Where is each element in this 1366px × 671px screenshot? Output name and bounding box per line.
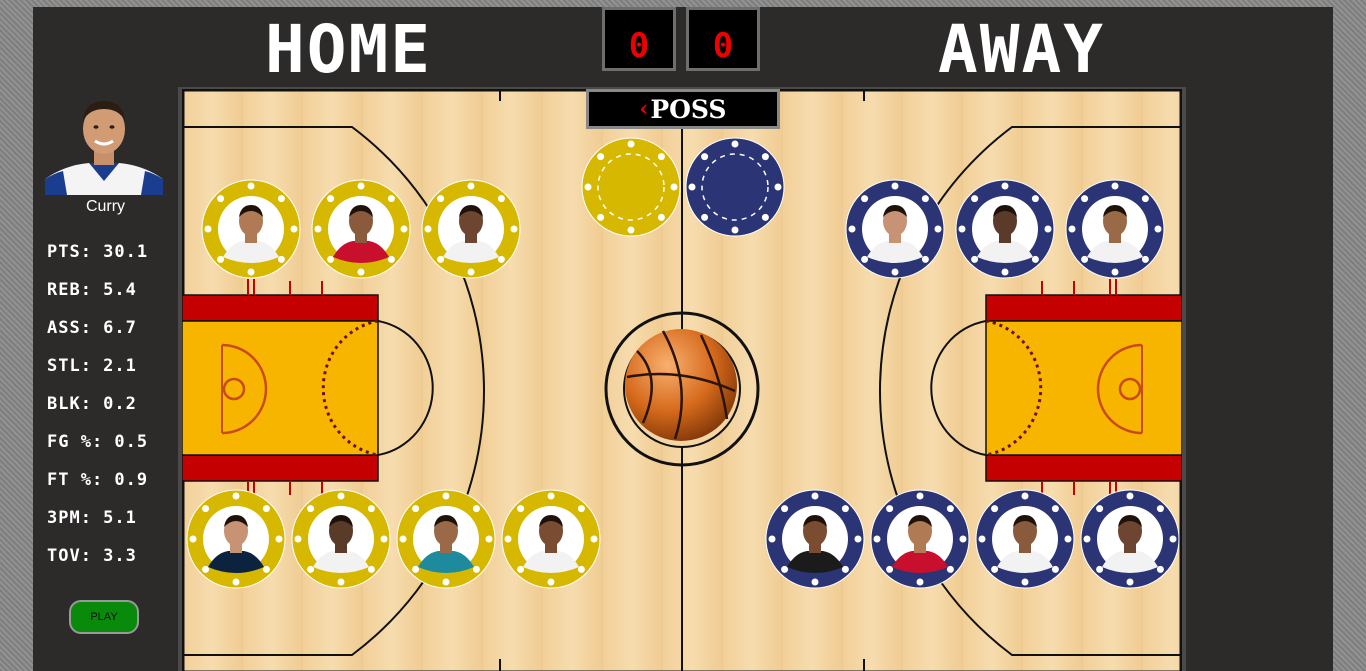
home-team-title: HOME — [265, 11, 432, 88]
away-score-display: 0 — [686, 7, 760, 71]
away-player-chip[interactable] — [1065, 179, 1165, 279]
play-button[interactable]: PLAY — [69, 600, 139, 634]
stat-field-goal-pct: FG %: 0.5 — [47, 432, 149, 452]
home-player-chip[interactable] — [311, 179, 411, 279]
stat-turnovers: TOV: 3.3 — [47, 546, 137, 566]
stat-blocks: BLK: 0.2 — [47, 394, 137, 414]
selected-player-name: Curry — [85, 198, 126, 215]
player-info-sidebar: Curry PTS: 30.1 REB: 5.4 ASS: 6.7 STL: 2… — [33, 92, 178, 671]
away-player-chip[interactable] — [975, 489, 1075, 589]
stat-points: PTS: 30.1 — [47, 242, 149, 262]
home-empty-chip[interactable] — [581, 137, 681, 237]
away-player-chip[interactable] — [955, 179, 1055, 279]
away-player-chip[interactable] — [870, 489, 970, 589]
possession-arrow-icon: ‹ — [639, 96, 649, 122]
stat-steals: STL: 2.1 — [47, 356, 137, 376]
possession-label: POSS — [650, 94, 727, 124]
home-player-chip[interactable] — [396, 489, 496, 589]
basketball-icon[interactable] — [623, 327, 739, 443]
home-player-chip[interactable] — [201, 179, 301, 279]
home-player-chip[interactable] — [421, 179, 521, 279]
home-player-chip[interactable] — [186, 489, 286, 589]
home-player-chip[interactable] — [501, 489, 601, 589]
stat-rebounds: REB: 5.4 — [47, 280, 137, 300]
home-score-display: 0 — [602, 7, 676, 71]
home-player-chip[interactable] — [291, 489, 391, 589]
away-player-chip[interactable] — [765, 489, 865, 589]
player-portrait — [45, 95, 163, 195]
away-player-chip[interactable] — [845, 179, 945, 279]
away-empty-chip[interactable] — [685, 137, 785, 237]
away-team-title: AWAY — [938, 11, 1105, 88]
away-score-value: 0 — [712, 26, 734, 66]
stat-assists: ASS: 6.7 — [47, 318, 137, 338]
game-panel: HOME AWAY 0 0 Curry PTS: 30.1 REB: 5.4 A… — [33, 7, 1333, 671]
possession-indicator: ‹ POSS — [586, 89, 780, 129]
stat-three-pointers: 3PM: 5.1 — [47, 508, 137, 528]
away-player-chip[interactable] — [1080, 489, 1180, 589]
stat-free-throw-pct: FT %: 0.9 — [47, 470, 149, 490]
home-score-value: 0 — [628, 26, 650, 66]
